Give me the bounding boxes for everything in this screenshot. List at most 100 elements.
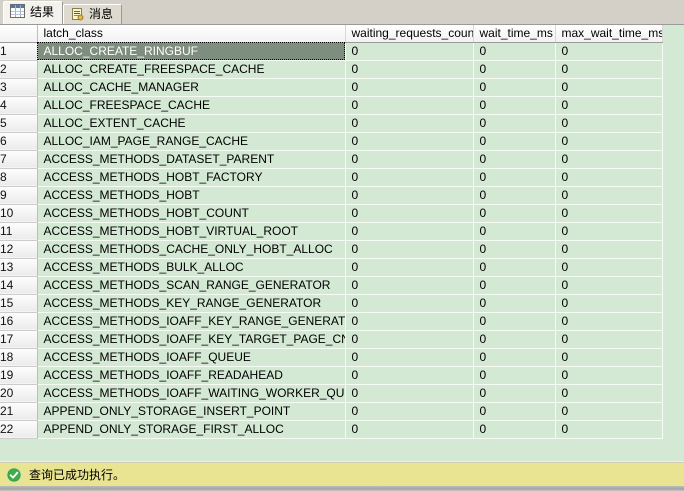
cell-waiting_requests_count[interactable]: 0 (345, 78, 473, 96)
cell-waiting_requests_count[interactable]: 0 (345, 384, 473, 402)
cell-max_wait_time_ms[interactable]: 0 (555, 384, 662, 402)
column-header-waiting_requests_count[interactable]: waiting_requests_count (345, 25, 473, 42)
tab-results[interactable]: 结果 (3, 1, 63, 24)
cell-waiting_requests_count[interactable]: 0 (345, 168, 473, 186)
cell-max_wait_time_ms[interactable]: 0 (555, 294, 662, 312)
cell-latch_class[interactable]: ACCESS_METHODS_CACHE_ONLY_HOBT_ALLOC (37, 240, 345, 258)
row-number-cell[interactable]: 8 (0, 168, 37, 186)
cell-latch_class[interactable]: ACCESS_METHODS_IOAFF_WAITING_WORKER_QUEU… (37, 384, 345, 402)
row-number-cell[interactable]: 21 (0, 402, 37, 420)
cell-waiting_requests_count[interactable]: 0 (345, 186, 473, 204)
cell-wait_time_ms[interactable]: 0 (473, 384, 555, 402)
cell-latch_class[interactable]: ACCESS_METHODS_BULK_ALLOC (37, 258, 345, 276)
cell-waiting_requests_count[interactable]: 0 (345, 222, 473, 240)
row-number-cell[interactable]: 3 (0, 78, 37, 96)
column-header-wait_time_ms[interactable]: wait_time_ms (473, 25, 555, 42)
cell-wait_time_ms[interactable]: 0 (473, 330, 555, 348)
cell-waiting_requests_count[interactable]: 0 (345, 312, 473, 330)
row-number-cell[interactable]: 17 (0, 330, 37, 348)
cell-wait_time_ms[interactable]: 0 (473, 168, 555, 186)
cell-waiting_requests_count[interactable]: 0 (345, 240, 473, 258)
row-number-cell[interactable]: 7 (0, 150, 37, 168)
cell-max_wait_time_ms[interactable]: 0 (555, 132, 662, 150)
row-number-cell[interactable]: 4 (0, 96, 37, 114)
cell-waiting_requests_count[interactable]: 0 (345, 276, 473, 294)
cell-latch_class[interactable]: ACCESS_METHODS_IOAFF_READAHEAD (37, 366, 345, 384)
cell-latch_class[interactable]: ACCESS_METHODS_KEY_RANGE_GENERATOR (37, 294, 345, 312)
row-number-cell[interactable]: 10 (0, 204, 37, 222)
cell-wait_time_ms[interactable]: 0 (473, 294, 555, 312)
cell-waiting_requests_count[interactable]: 0 (345, 294, 473, 312)
cell-wait_time_ms[interactable]: 0 (473, 312, 555, 330)
cell-waiting_requests_count[interactable]: 0 (345, 150, 473, 168)
cell-wait_time_ms[interactable]: 0 (473, 402, 555, 420)
row-number-cell[interactable]: 1 (0, 42, 37, 60)
cell-waiting_requests_count[interactable]: 0 (345, 60, 473, 78)
row-number-cell[interactable]: 20 (0, 384, 37, 402)
row-number-cell[interactable]: 5 (0, 114, 37, 132)
cell-max_wait_time_ms[interactable]: 0 (555, 114, 662, 132)
cell-max_wait_time_ms[interactable]: 0 (555, 42, 662, 60)
row-number-cell[interactable]: 11 (0, 222, 37, 240)
cell-waiting_requests_count[interactable]: 0 (345, 420, 473, 438)
cell-latch_class[interactable]: ALLOC_CREATE_FREESPACE_CACHE (37, 60, 345, 78)
cell-wait_time_ms[interactable]: 0 (473, 420, 555, 438)
cell-latch_class[interactable]: ACCESS_METHODS_HOBT (37, 186, 345, 204)
cell-latch_class[interactable]: ACCESS_METHODS_HOBT_COUNT (37, 204, 345, 222)
cell-latch_class[interactable]: ACCESS_METHODS_IOAFF_QUEUE (37, 348, 345, 366)
cell-max_wait_time_ms[interactable]: 0 (555, 168, 662, 186)
cell-max_wait_time_ms[interactable]: 0 (555, 348, 662, 366)
cell-latch_class[interactable]: APPEND_ONLY_STORAGE_INSERT_POINT (37, 402, 345, 420)
row-number-cell[interactable]: 14 (0, 276, 37, 294)
row-number-cell[interactable]: 6 (0, 132, 37, 150)
cell-wait_time_ms[interactable]: 0 (473, 60, 555, 78)
cell-wait_time_ms[interactable]: 0 (473, 258, 555, 276)
cell-latch_class[interactable]: ACCESS_METHODS_IOAFF_KEY_TARGET_PAGE_CNT (37, 330, 345, 348)
cell-max_wait_time_ms[interactable]: 0 (555, 60, 662, 78)
cell-wait_time_ms[interactable]: 0 (473, 240, 555, 258)
cell-max_wait_time_ms[interactable]: 0 (555, 330, 662, 348)
cell-waiting_requests_count[interactable]: 0 (345, 348, 473, 366)
cell-latch_class[interactable]: ACCESS_METHODS_SCAN_RANGE_GENERATOR (37, 276, 345, 294)
column-header-latch_class[interactable]: latch_class (37, 25, 345, 42)
cell-wait_time_ms[interactable]: 0 (473, 96, 555, 114)
cell-wait_time_ms[interactable]: 0 (473, 114, 555, 132)
row-number-cell[interactable]: 9 (0, 186, 37, 204)
cell-waiting_requests_count[interactable]: 0 (345, 114, 473, 132)
cell-latch_class[interactable]: ACCESS_METHODS_HOBT_VIRTUAL_ROOT (37, 222, 345, 240)
cell-wait_time_ms[interactable]: 0 (473, 42, 555, 60)
cell-max_wait_time_ms[interactable]: 0 (555, 150, 662, 168)
cell-wait_time_ms[interactable]: 0 (473, 222, 555, 240)
row-number-cell[interactable]: 15 (0, 294, 37, 312)
cell-max_wait_time_ms[interactable]: 0 (555, 312, 662, 330)
cell-latch_class[interactable]: ACCESS_METHODS_HOBT_FACTORY (37, 168, 345, 186)
cell-waiting_requests_count[interactable]: 0 (345, 42, 473, 60)
cell-max_wait_time_ms[interactable]: 0 (555, 186, 662, 204)
cell-latch_class[interactable]: ALLOC_EXTENT_CACHE (37, 114, 345, 132)
cell-latch_class[interactable]: ALLOC_IAM_PAGE_RANGE_CACHE (37, 132, 345, 150)
cell-max_wait_time_ms[interactable]: 0 (555, 258, 662, 276)
cell-max_wait_time_ms[interactable]: 0 (555, 366, 662, 384)
grid-corner-cell[interactable] (0, 25, 37, 42)
row-number-cell[interactable]: 13 (0, 258, 37, 276)
cell-latch_class[interactable]: ACCESS_METHODS_DATASET_PARENT (37, 150, 345, 168)
cell-max_wait_time_ms[interactable]: 0 (555, 276, 662, 294)
cell-waiting_requests_count[interactable]: 0 (345, 96, 473, 114)
cell-wait_time_ms[interactable]: 0 (473, 366, 555, 384)
cell-wait_time_ms[interactable]: 0 (473, 150, 555, 168)
cell-max_wait_time_ms[interactable]: 0 (555, 204, 662, 222)
cell-max_wait_time_ms[interactable]: 0 (555, 78, 662, 96)
cell-latch_class[interactable]: ACCESS_METHODS_IOAFF_KEY_RANGE_GENERATOR (37, 312, 345, 330)
cell-wait_time_ms[interactable]: 0 (473, 348, 555, 366)
cell-max_wait_time_ms[interactable]: 0 (555, 402, 662, 420)
tab-messages[interactable]: 消息 (63, 4, 122, 24)
cell-latch_class[interactable]: ALLOC_CACHE_MANAGER (37, 78, 345, 96)
cell-wait_time_ms[interactable]: 0 (473, 78, 555, 96)
row-number-cell[interactable]: 18 (0, 348, 37, 366)
cell-max_wait_time_ms[interactable]: 0 (555, 240, 662, 258)
row-number-cell[interactable]: 16 (0, 312, 37, 330)
cell-max_wait_time_ms[interactable]: 0 (555, 222, 662, 240)
cell-max_wait_time_ms[interactable]: 0 (555, 96, 662, 114)
cell-wait_time_ms[interactable]: 0 (473, 132, 555, 150)
cell-latch_class[interactable]: ALLOC_CREATE_RINGBUF (37, 42, 345, 60)
